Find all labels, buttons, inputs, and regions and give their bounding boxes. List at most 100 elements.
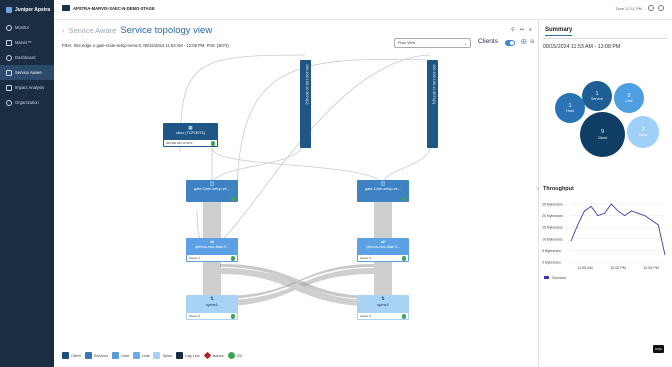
x-tick-label: 12:00 PM	[610, 266, 626, 270]
traffic-band	[374, 262, 392, 298]
leaf-node[interactable]: ⇄ qfx/ncs-vsrx-lfasf-9... Issues: 0	[186, 238, 238, 262]
legend: Client Services Host Leaf Spine Lag Link…	[62, 351, 243, 360]
chevron-right-icon[interactable]: ›	[537, 186, 539, 192]
bubble-label: Spine	[638, 133, 648, 138]
bubble-client[interactable]: 9 Client	[580, 112, 625, 157]
sidebar-item-label: Impact Analysis	[15, 85, 45, 90]
view-select-value: Flow View	[398, 41, 416, 45]
organization-icon	[6, 99, 12, 106]
traffic-band	[220, 264, 374, 299]
client-node[interactable]: 100.100.100.10.3074(1)	[300, 60, 311, 148]
sidebar-item-dashboard[interactable]: Dashboard	[0, 50, 54, 65]
legend-item: Lag Link	[176, 352, 200, 359]
leaf-node[interactable]: ⇄ qfx/ncs-vsrx-lfasf-9... Issues: 0	[357, 238, 409, 262]
fit-width-icon[interactable]: ↦	[520, 27, 524, 33]
blueprint-icon	[62, 5, 70, 11]
traffic-band	[203, 262, 221, 298]
bubble-spine[interactable]: 2 Spine	[627, 116, 659, 148]
spine-label: spine1	[206, 302, 218, 307]
y-tick-label: 5 Bytes/sec	[542, 249, 561, 253]
host-node[interactable]: ◫ gate-Gate-setup-ve...	[357, 180, 409, 202]
clients-toggle-label: Clients	[478, 38, 498, 45]
sidebar-item-label: Monitor	[15, 25, 29, 30]
spine-issues: Issues: 0	[187, 313, 237, 319]
bubble-count: 2	[627, 92, 631, 99]
leaf-swatch-icon	[133, 352, 141, 359]
marvis-icon	[6, 39, 12, 46]
client-label: 100.100.100.11.3074(1)	[432, 64, 436, 105]
legend-label: Client	[71, 353, 81, 358]
service-node-xbox[interactable]: ▦ xbox (TCP/3074) 200.200.200.10:3074	[163, 123, 218, 147]
help-icon[interactable]	[658, 5, 664, 11]
impact-analysis-icon	[6, 84, 12, 91]
zoom-out-icon[interactable]: ⊖	[530, 39, 535, 45]
sidebar-item-monitor[interactable]: Monitor	[0, 20, 54, 35]
services-swatch-icon	[84, 352, 92, 359]
host-label: gate-Gate-setup-ve...	[194, 187, 230, 191]
ok-status-icon	[230, 256, 235, 261]
leaf-issues: Issues: 0	[187, 255, 237, 261]
x-tick-label: 12:05 PM	[643, 266, 659, 270]
spine-label: spine2	[377, 302, 389, 307]
divider	[542, 38, 668, 39]
spine-swatch-icon	[153, 352, 161, 359]
traffic-band	[374, 201, 392, 241]
bubble-label: Leaf	[625, 99, 633, 104]
breadcrumb: ‹ Service Aware Service topology view	[62, 25, 212, 36]
legend-swatch	[544, 276, 549, 279]
legend-label: Services	[93, 353, 109, 358]
canvas-tools: ⚲ ↦ ≡	[511, 27, 532, 33]
y-tick-label: 0 Bytes/sec	[542, 261, 561, 265]
legend-label: OK	[236, 353, 243, 358]
spine-node[interactable]: ⇅ spine2 Issues: 0	[357, 295, 409, 320]
filter-icon[interactable]: ≡	[529, 27, 532, 33]
legend-item: Leaf	[133, 352, 149, 359]
series-line	[570, 203, 666, 256]
service-title: xbox (TCP/3074)	[176, 131, 205, 135]
spine-node[interactable]: ⇅ spine1 Issues: 0	[186, 295, 238, 320]
legend-item: Client	[62, 352, 81, 359]
summary-range: 08/15/2024 11:53 AM - 12:08 PM	[543, 44, 621, 50]
bubble-label: Service	[591, 97, 603, 102]
blueprint-name: APSTRA-MARVIS-SAEC-N-DEMO-STAGE	[73, 5, 155, 11]
bubble-leaf[interactable]: 2 Leaf	[614, 83, 644, 113]
traffic-band	[220, 264, 374, 299]
sidebar-item-label: Marvis™	[15, 40, 32, 45]
view-select[interactable]: Flow View ⌄	[394, 38, 471, 48]
juniper-logo-icon	[6, 7, 12, 13]
legend-item: Services	[84, 352, 109, 359]
chevron-down-icon: ⌄	[463, 41, 467, 46]
flow-line	[236, 59, 431, 201]
bubble-host[interactable]: 1 Host	[555, 93, 585, 123]
client-node[interactable]: 100.100.100.11.3074(1)	[427, 60, 438, 148]
zoom-in-icon[interactable]: ⨁	[521, 39, 527, 45]
y-tick-label: 20 Bytes/sec	[542, 214, 563, 218]
host-node[interactable]: ◫ gate-Gate-setup-ve...	[186, 180, 238, 202]
hide-button[interactable]: HIDE	[653, 345, 664, 353]
service-aware-icon	[6, 69, 12, 76]
search-icon[interactable]: ⚲	[511, 27, 515, 33]
y-tick-label: 10 Bytes/sec	[542, 237, 563, 241]
bubble-count: 2	[641, 126, 645, 133]
sidebar-item-marvis[interactable]: Marvis™	[0, 35, 54, 50]
tab-summary[interactable]: Summary	[545, 27, 573, 36]
back-chevron-icon[interactable]: ‹	[62, 26, 65, 35]
brand[interactable]: Juniper Apstra	[0, 0, 54, 20]
sidebar-item-service-aware[interactable]: Service Aware	[0, 65, 54, 80]
service-address: 200.200.200.10:3074	[164, 140, 217, 146]
breadcrumb-service-aware[interactable]: Service Aware	[69, 26, 117, 35]
clients-toggle[interactable]	[505, 40, 515, 46]
legend-item: Issues	[203, 351, 224, 360]
client-label: 100.100.100.10.3074(1)	[305, 64, 309, 105]
sidebar-item-organization[interactable]: Organization	[0, 95, 54, 110]
bubble-service[interactable]: 1 Service	[582, 81, 612, 111]
ok-status-icon	[230, 314, 235, 319]
traffic-band	[220, 268, 374, 306]
blueprint-selector[interactable]: APSTRA-MARVIS-SAEC-N-DEMO-STAGE	[62, 5, 155, 11]
ok-status-icon	[230, 196, 235, 201]
sidebar-item-impact-analysis[interactable]: Impact Analysis	[0, 80, 54, 95]
bubble-count: 1	[595, 90, 599, 97]
user-icon[interactable]	[648, 5, 654, 11]
legend-label: Lag Link	[185, 353, 200, 358]
leaf-issues: Issues: 0	[358, 255, 408, 261]
